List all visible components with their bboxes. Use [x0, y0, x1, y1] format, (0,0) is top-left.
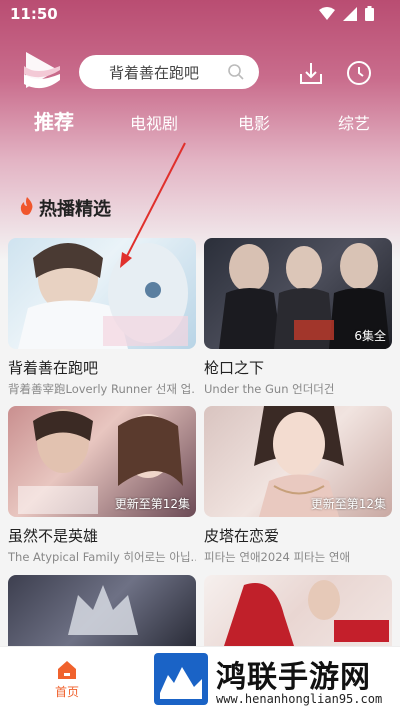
search-placeholder: 背着善在跑吧	[108, 63, 199, 82]
episode-badge: 6集全	[354, 329, 386, 343]
home-icon	[58, 661, 76, 679]
fire-icon	[20, 196, 34, 220]
clock-icon	[347, 61, 371, 85]
video-poster: 更新至第12集	[8, 406, 196, 517]
watermark-url: www.henanhonglian95.com	[216, 692, 383, 706]
tab-tv-series[interactable]: 电视剧	[130, 110, 178, 134]
video-title: 背着善在跑吧	[8, 359, 99, 377]
tab-recommend[interactable]: 推荐	[34, 106, 74, 135]
video-subtitle: Under the Gun 언더더건	[204, 382, 335, 396]
wifi-icon	[319, 6, 335, 21]
video-poster	[8, 238, 196, 349]
video-subtitle: The Atypical Family 히어로는 아닙...	[8, 550, 196, 564]
search-icon	[227, 63, 245, 85]
history-button[interactable]	[346, 60, 372, 86]
section-title: 热播精选	[39, 199, 111, 220]
site-watermark: 鸿联手游网 www.henanhonglian95.com	[152, 650, 400, 711]
video-title: 虽然不是英雄	[8, 527, 99, 545]
video-poster: 更新至第12集	[204, 406, 392, 517]
nav-home[interactable]: 首页	[48, 659, 86, 700]
video-title: 皮塔在恋爱	[204, 527, 280, 545]
video-subtitle: 피타는 연애2024 피타는 연애	[204, 550, 351, 564]
signal-icon	[343, 6, 357, 21]
nav-home-label: 首页	[54, 685, 79, 699]
download-button[interactable]	[298, 60, 324, 86]
video-card[interactable]: 背着善在跑吧 背着善宰跑Loverly Runner 선재 업...	[8, 238, 196, 397]
video-card[interactable]: 更新至第12集 皮塔在恋爱 피타는 연애2024 피타는 연애	[204, 406, 392, 565]
video-card[interactable]: 更新至第12集 虽然不是英雄 The Atypical Family 히어로는 …	[8, 406, 196, 565]
status-bar: 11:50	[0, 0, 400, 28]
tab-variety[interactable]: 综艺	[338, 110, 370, 134]
video-card[interactable]: 6集全 枪口之下 Under the Gun 언더더건	[204, 238, 392, 397]
video-poster: 6集全	[204, 238, 392, 349]
episode-badge: 更新至第12集	[114, 497, 190, 511]
video-card[interactable]	[8, 575, 196, 646]
battery-icon	[365, 6, 374, 21]
download-icon	[300, 63, 322, 84]
video-poster	[204, 575, 392, 646]
tab-movies[interactable]: 电影	[238, 110, 270, 134]
video-title: 枪口之下	[204, 359, 265, 377]
app-logo	[22, 50, 62, 92]
section-header: 热播精选	[20, 195, 111, 221]
episode-badge: 更新至第12集	[310, 497, 386, 511]
status-time: 11:50	[10, 5, 58, 23]
watermark-title: 鸿联手游网	[216, 660, 371, 695]
video-card[interactable]	[204, 575, 392, 646]
search-bar[interactable]: 背着善在跑吧	[79, 55, 259, 89]
video-poster	[8, 575, 196, 646]
video-subtitle: 背着善宰跑Loverly Runner 선재 업...	[8, 382, 196, 396]
watermark-logo	[154, 653, 208, 705]
category-tabs: 推荐 电视剧 电影 综艺	[0, 104, 400, 140]
